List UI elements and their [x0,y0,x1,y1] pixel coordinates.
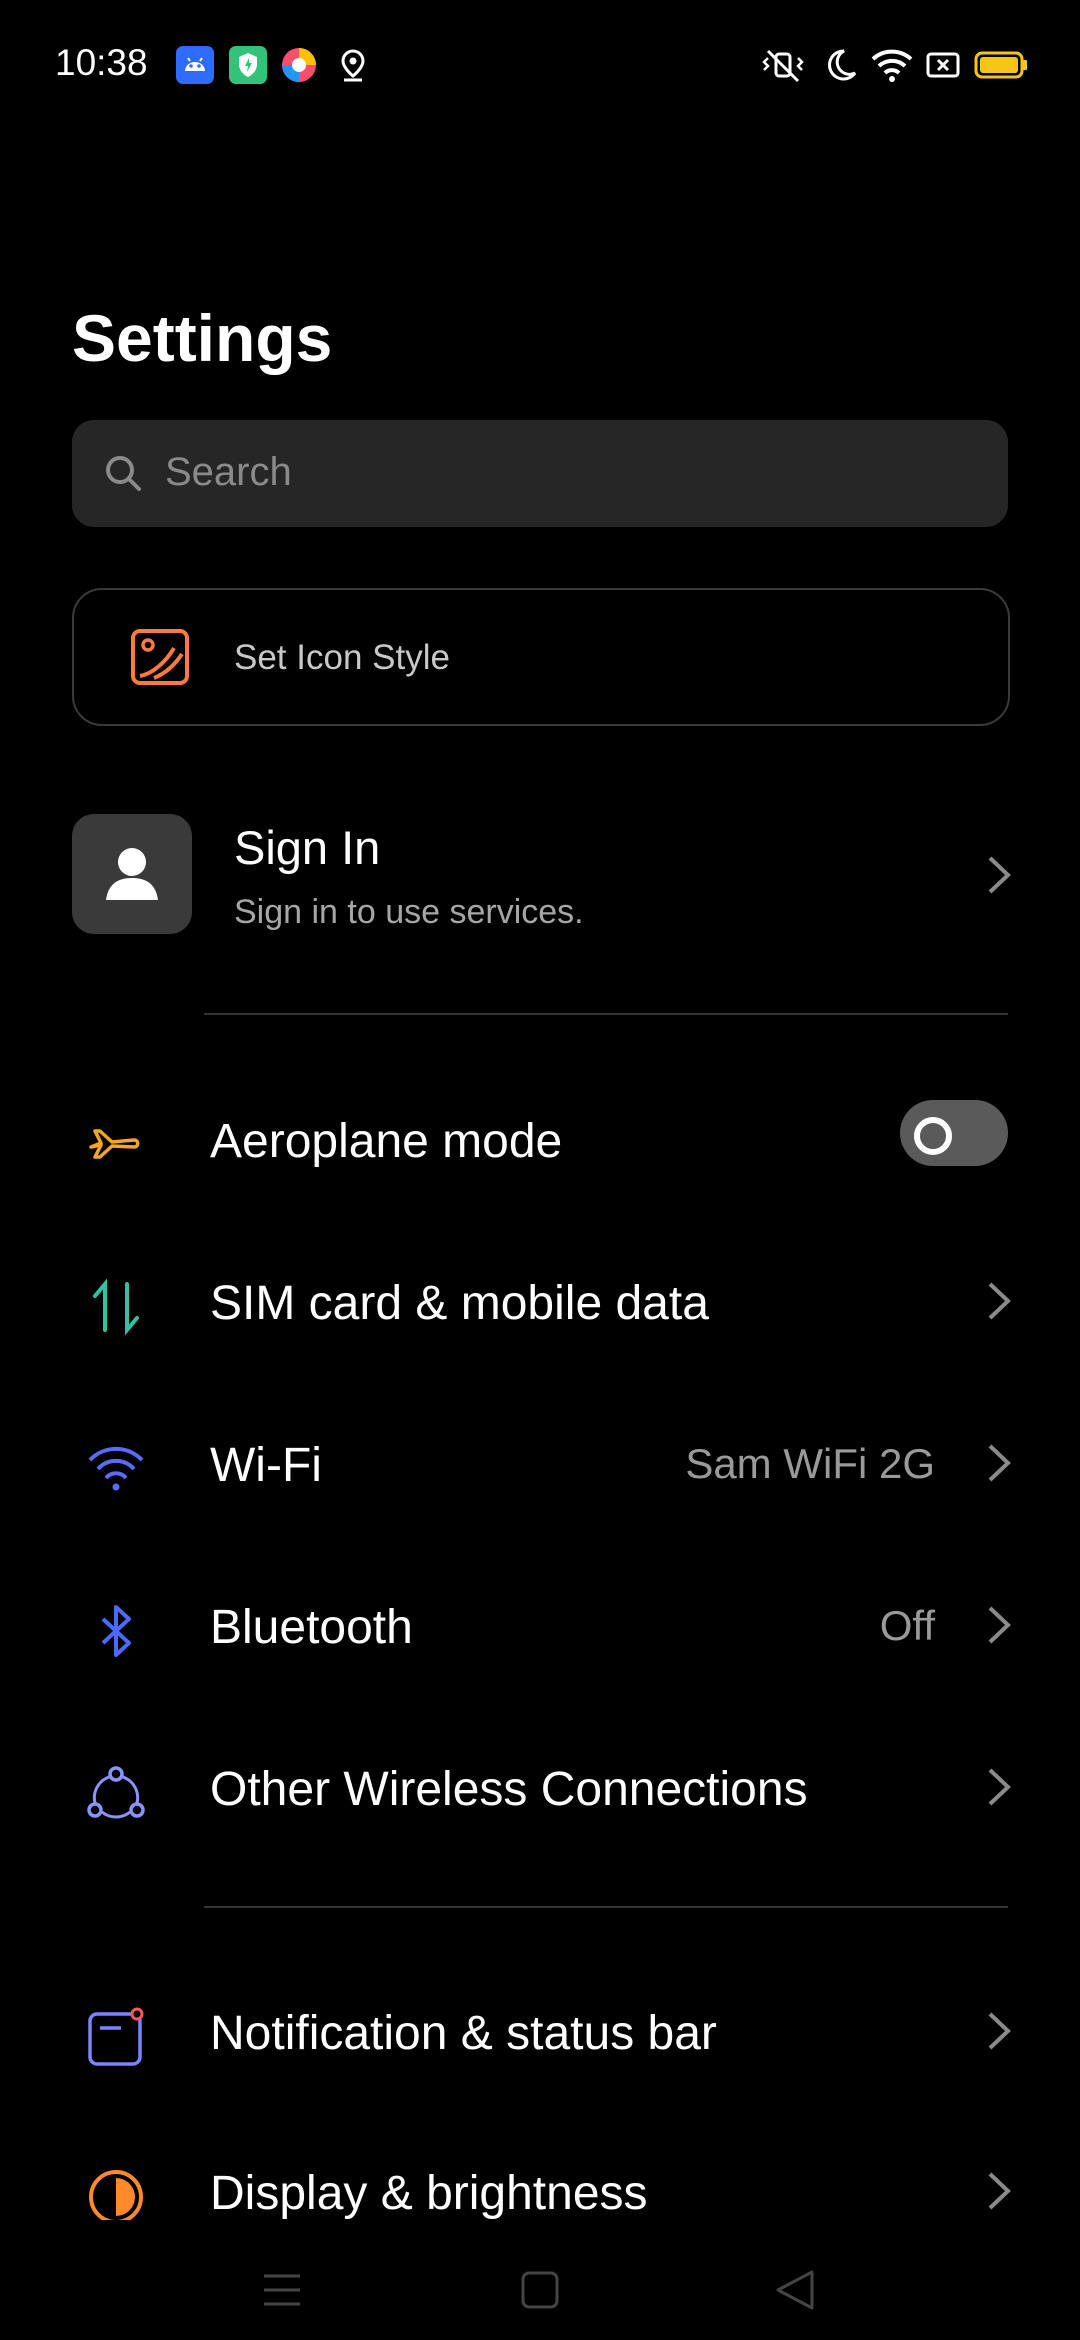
chevron-right-icon [984,1766,1014,1808]
mobile-data-icon [85,1276,147,1338]
notification-icon [85,2006,147,2068]
aeroplane-mode-toggle[interactable] [900,1100,1008,1166]
back-icon[interactable] [774,2268,816,2317]
sim-card-label: SIM card & mobile data [210,1277,709,1330]
aeroplane-mode-label: Aeroplane mode [210,1115,563,1168]
chevron-right-icon [984,1604,1014,1646]
battery-saver-icon [924,46,962,84]
wifi-icon [85,1438,147,1500]
aeroplane-mode-row[interactable]: Aeroplane mode [0,1078,1080,1198]
search-input[interactable]: Search [72,420,1008,527]
android-icon [176,46,214,84]
sim-card-row[interactable]: SIM card & mobile data [0,1240,1080,1360]
set-icon-style-card[interactable]: Set Icon Style [72,588,1010,726]
chevron-right-icon [984,2010,1014,2052]
wifi-label: Wi-Fi [210,1439,322,1492]
notification-label: Notification & status bar [210,2007,717,2060]
status-time: 10:38 [55,42,148,83]
sign-in-subtitle: Sign in to use services. [234,893,584,931]
bluetooth-icon [85,1600,147,1662]
airplane-icon [85,1114,147,1176]
battery-icon [974,46,1028,84]
chevron-right-icon [984,854,1014,896]
chevron-right-icon [984,1280,1014,1322]
divider [204,1013,1008,1015]
image-brush-icon [130,628,190,691]
wifi-network-name: Sam WiFi 2G [685,1440,935,1487]
connections-icon [85,1762,147,1824]
bluetooth-row[interactable]: Bluetooth Off [0,1564,1080,1684]
other-wireless-label: Other Wireless Connections [210,1763,808,1816]
other-wireless-row[interactable]: Other Wireless Connections [0,1726,1080,1846]
home-icon[interactable] [520,2270,560,2315]
shield-app-icon [229,46,267,84]
search-icon [102,452,144,499]
navigation-bar [0,2220,1080,2340]
menu-icon[interactable] [262,2272,302,2313]
page-title: Settings [72,301,333,375]
search-placeholder: Search [165,450,292,494]
browser-app-icon [280,46,318,84]
sign-in-row[interactable]: Sign In Sign in to use services. [0,800,1080,950]
location-icon [334,46,372,84]
display-icon [85,2166,147,2228]
bluetooth-status: Off [879,1602,935,1649]
display-label: Display & brightness [210,2167,648,2220]
bluetooth-label: Bluetooth [210,1601,413,1654]
vibrate-off-icon [760,46,806,84]
wifi-icon [870,46,914,84]
sign-in-title: Sign In [234,821,381,874]
wifi-row[interactable]: Wi-Fi Sam WiFi 2G [0,1402,1080,1522]
set-icon-style-label: Set Icon Style [234,638,450,677]
divider [204,1906,1008,1908]
avatar [72,814,192,934]
notification-row[interactable]: Notification & status bar [0,1970,1080,2090]
moon-icon [822,46,860,84]
chevron-right-icon [984,2170,1014,2212]
chevron-right-icon [984,1442,1014,1484]
